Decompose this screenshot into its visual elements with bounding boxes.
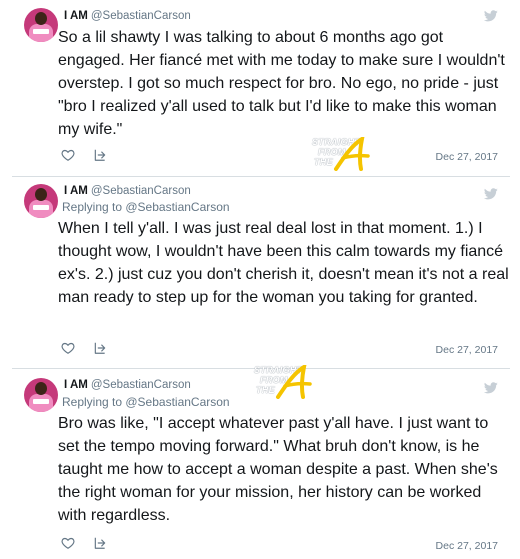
replying-to[interactable]: Replying to @SebastianCarson (62, 200, 230, 214)
tweet-text: Bro was like, "I accept whatever past y'… (58, 415, 498, 524)
tweet-date[interactable]: Dec 27, 2017 (436, 540, 498, 552)
twitter-bird-icon (484, 188, 498, 200)
tweet-date[interactable]: Dec 27, 2017 (436, 151, 498, 163)
user-handle[interactable]: @SebastianCarson (91, 379, 191, 391)
heart-icon[interactable] (61, 536, 75, 550)
tweet-2[interactable]: I AM @SebastianCarson Replying to @Sebast… (0, 178, 520, 368)
share-icon[interactable] (93, 148, 107, 162)
display-name[interactable]: I AM (64, 185, 88, 197)
share-icon[interactable] (93, 536, 107, 550)
tweet-1[interactable]: I AM @SebastianCarson So a lil shawty I w… (0, 0, 520, 176)
tweet-date[interactable]: Dec 27, 2017 (436, 344, 498, 356)
display-name[interactable]: I AM (64, 379, 88, 391)
user-handle[interactable]: @SebastianCarson (91, 185, 191, 197)
tweet-text: So a lil shawty I was talking to about 6… (58, 29, 505, 138)
user-handle[interactable]: @SebastianCarson (91, 10, 191, 22)
twitter-bird-icon (484, 10, 498, 22)
watermark-logo: STRAIGHT FROM THE (254, 364, 316, 404)
display-name[interactable]: I AM (64, 10, 88, 22)
replying-to[interactable]: Replying to @SebastianCarson (62, 395, 230, 409)
tweet-author-line: I AM @SebastianCarson (64, 185, 191, 197)
watermark-logo: STRAIGHT FROM THE (312, 136, 374, 176)
avatar[interactable] (24, 378, 58, 412)
tweet-author-line: I AM @SebastianCarson (64, 379, 191, 391)
tweet-text: When I tell y'all. I was just real deal … (58, 220, 509, 306)
heart-icon[interactable] (61, 148, 75, 162)
heart-icon[interactable] (61, 341, 75, 355)
tweet-divider (12, 176, 510, 177)
avatar[interactable] (24, 8, 58, 42)
tweet-author-line: I AM @SebastianCarson (64, 10, 191, 22)
avatar[interactable] (24, 184, 58, 218)
twitter-bird-icon (484, 382, 498, 394)
share-icon[interactable] (93, 341, 107, 355)
